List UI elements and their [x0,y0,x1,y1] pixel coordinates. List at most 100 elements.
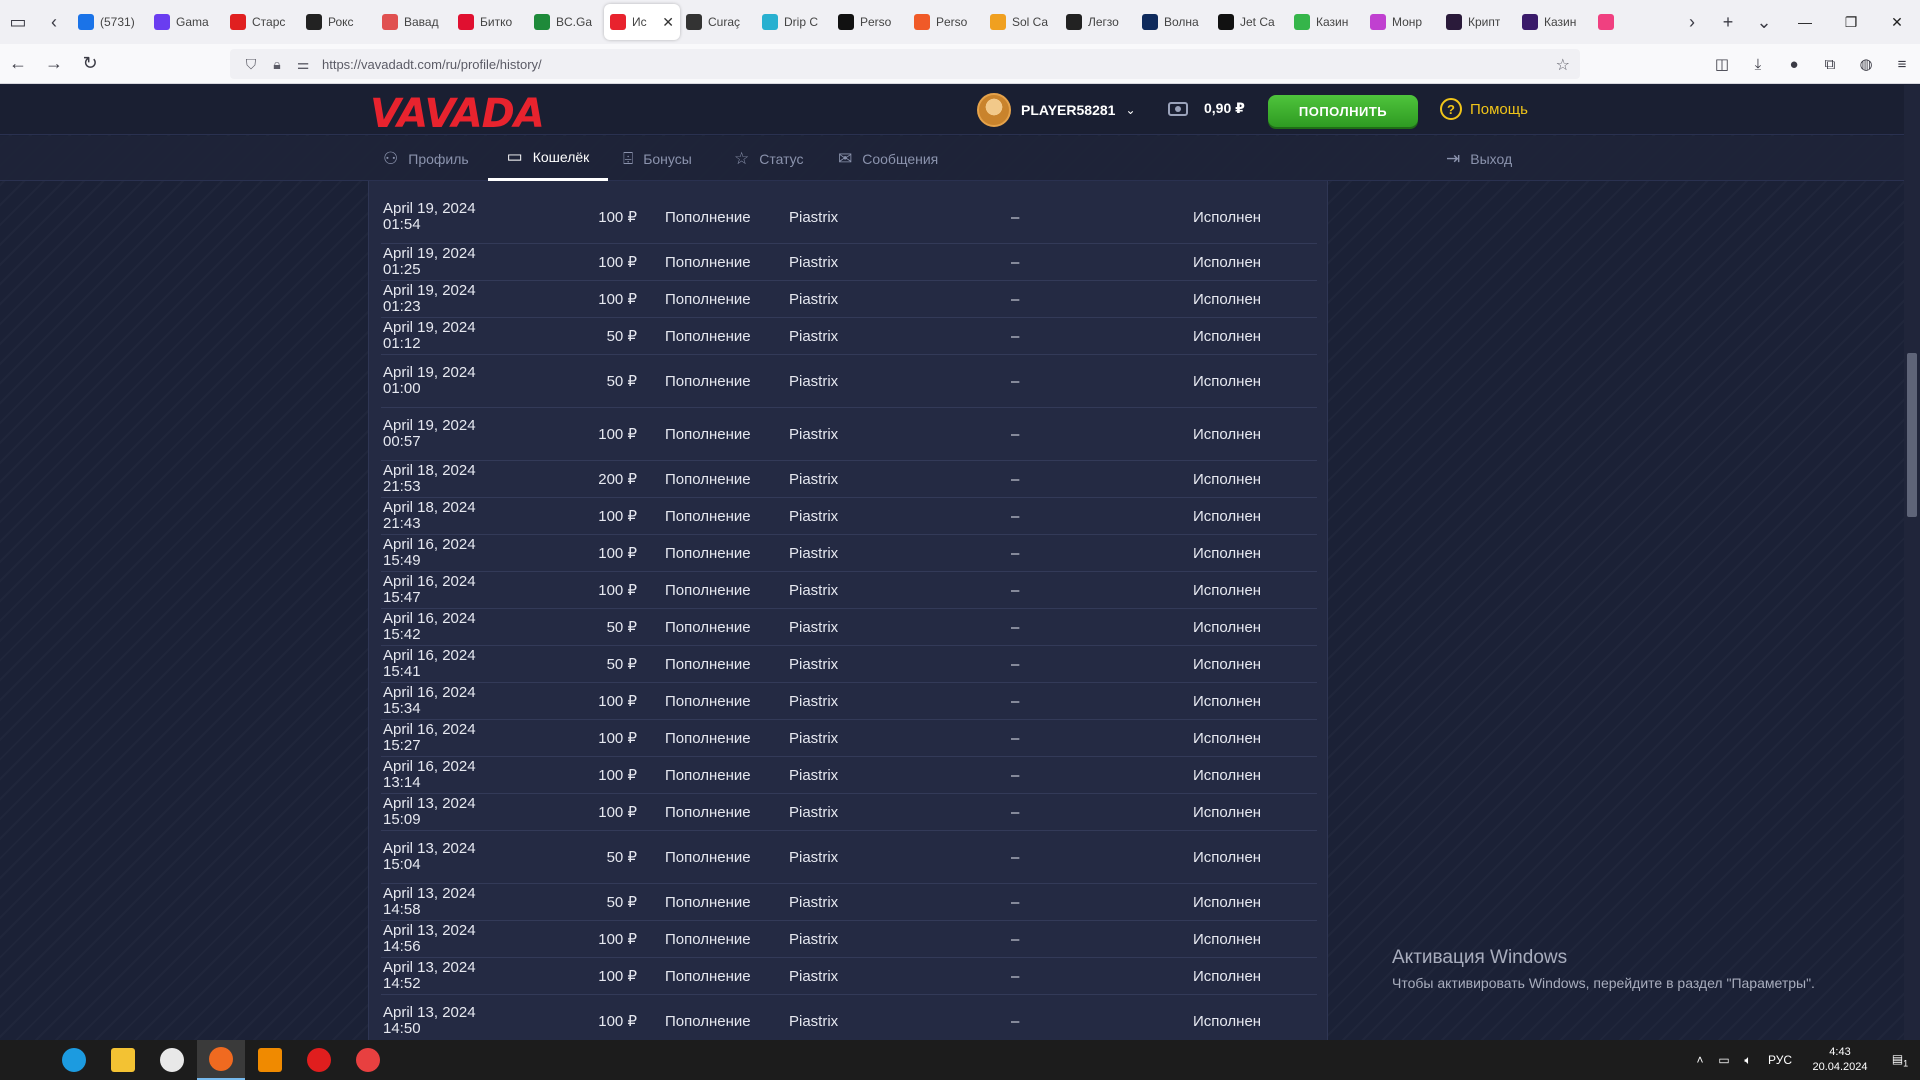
forward-icon[interactable]: → [36,48,72,80]
new-tab-icon[interactable]: + [1710,4,1746,40]
language-indicator[interactable]: РУС [1760,1053,1800,1067]
browser-tab[interactable]: Рокс [300,4,376,40]
browser-tab[interactable] [1592,4,1668,40]
browser-tab[interactable]: Ис ✕ [604,4,680,40]
network-icon[interactable]: ▭ [1712,1053,1736,1067]
close-window-icon[interactable]: ✕ [1874,0,1920,44]
menu-icon[interactable]: ≡ [1884,44,1920,84]
scroll-tabs-left-icon[interactable]: ‹ [36,4,72,40]
volume-icon[interactable]: 🔈︎ [1736,1053,1760,1068]
browser-tab[interactable]: Sol Ca [984,4,1060,40]
show-hidden-icons-chevron-up-icon[interactable]: ˄ [1688,1053,1712,1067]
browser-tab-label: Казин [1316,15,1349,29]
tab-wallet[interactable]: ▭ Кошелёк [488,136,608,181]
browser-tab[interactable]: BC.Ga [528,4,604,40]
pocket-icon[interactable]: ◫ [1704,44,1740,84]
tab-profile[interactable]: ⚇ Профиль [383,136,469,181]
gift-icon [382,14,398,30]
tab-messages[interactable]: ✉ Сообщения [838,136,938,181]
notifications-icon[interactable]: ▤1 [1880,1052,1920,1068]
browser-tab[interactable]: Крипт [1440,4,1516,40]
downloads-icon[interactable]: ⤓ [1740,44,1776,84]
user-menu[interactable]: PLAYER58281 ⌄ [977,93,1136,127]
reload-icon[interactable]: ↻ [72,48,108,80]
clock[interactable]: 4:43 20.04.2024 [1800,1045,1880,1075]
browser-tab-label: Jet Ca [1240,15,1275,29]
table-row: April 18, 2024 21:53 200 ₽ Пополнение Piast… [381,461,1317,498]
row-amount: 100 ₽ [598,545,637,562]
browser-tab[interactable]: Drip C [756,4,832,40]
table-row: April 19, 2024 01:12 50 ₽ Пополнение Piastr… [381,318,1317,355]
chevron-down-icon[interactable]: ⌄ [1125,103,1135,117]
username[interactable]: PLAYER58281 [1021,102,1115,118]
row-type: Пополнение [665,470,751,488]
browser-tab[interactable]: Curaç [680,4,756,40]
row-status: Исполнен [1193,692,1262,710]
toolbar-right: ◫ ⤓ ● ⧉ ◍ ≡ [1704,44,1920,84]
g-hub-icon[interactable] [148,1040,196,1080]
scrollbar-thumb[interactable] [1907,353,1917,517]
browser-tab[interactable]: Казин [1288,4,1364,40]
table-row: April 16, 2024 15:34 100 ₽ Пополнение Piast… [381,683,1317,720]
edge-icon[interactable] [50,1040,98,1080]
tab-list-icon[interactable]: ▭ [0,4,36,40]
close-tab-icon[interactable]: ✕ [662,14,674,31]
row-status: Исполнен [1193,507,1262,525]
tab-bonuses[interactable]: ⌹ Бонусы [623,136,692,181]
row-payment-system: Piastrix [789,253,839,271]
row-amount: 100 ₽ [598,582,637,599]
row-amount: 50 ₽ [606,619,637,636]
row-payment-system: Piastrix [789,692,839,710]
bookmark-star-icon[interactable]: ☆ [1556,55,1570,75]
extensions-icon[interactable]: ⧉ [1812,44,1848,84]
back-icon[interactable]: ← [0,48,36,80]
avatar[interactable] [977,93,1011,127]
deposit-button[interactable]: ПОПОЛНИТЬ [1268,95,1418,127]
row-payment-system: Piastrix [789,290,839,308]
browser-tab[interactable]: Казин [1516,4,1592,40]
record-icon[interactable] [295,1040,343,1080]
logout-label: Выход [1470,150,1513,167]
lock-icon[interactable]: 🔒︎ [264,56,290,73]
tab-status[interactable]: ☆ Статус [734,136,804,181]
minimize-icon[interactable]: — [1782,0,1828,44]
browser-tab[interactable]: Perso [832,4,908,40]
table-row: April 19, 2024 01:00 50 ₽ Пополнение Piastr… [381,355,1317,408]
row-detail: – [1011,544,1020,562]
site-logo[interactable]: VAVADA [370,91,545,137]
vlc-icon[interactable] [246,1040,294,1080]
address-bar[interactable]: ⛉ 🔒︎ ⚌ https://vavadadt.com/ru/profile/h… [230,49,1580,79]
browser-tab[interactable]: Gama [148,4,224,40]
browser-tab[interactable]: Perso [908,4,984,40]
row-type: Пополнение [665,729,751,747]
row-status: Исполнен [1193,290,1262,308]
browser-tab[interactable]: Монр [1364,4,1440,40]
permissions-icon[interactable]: ⚌ [290,56,316,73]
logout-button[interactable]: ⇥ Выход [1446,136,1512,181]
folder-icon[interactable] [99,1040,147,1080]
browser-tab[interactable]: Легзо [1060,4,1136,40]
browser-tab[interactable]: Битко [452,4,528,40]
s-icon [230,14,246,30]
vpn-globe-icon[interactable]: ◍ [1848,44,1884,84]
page-scrollbar[interactable] [1904,85,1920,1040]
row-status: Исполнен [1193,208,1262,226]
row-date: April 13, 2024 14:52 [383,959,476,992]
scroll-tabs-right-icon[interactable]: › [1674,4,1710,40]
browser-tab[interactable]: (5731) [72,4,148,40]
browser-tab[interactable]: Волна [1136,4,1212,40]
row-type: Пополнение [665,618,751,636]
tab-menu-chevron-down-icon[interactable]: ⌄ [1746,4,1782,40]
browser-tab[interactable]: Вавад [376,4,452,40]
screen-recorder-icon[interactable] [344,1040,392,1080]
browser-tab[interactable]: Jet Ca [1212,4,1288,40]
account-icon[interactable]: ● [1776,44,1812,84]
tracking-shield-icon[interactable]: ⛉ [238,56,264,73]
url-text[interactable]: https://vavadadt.com/ru/profile/history/ [322,57,542,72]
help-button[interactable]: ? Помощь [1440,98,1528,120]
firefox-icon[interactable] [197,1040,245,1080]
row-date: April 16, 2024 15:27 [383,721,476,754]
table-row: April 19, 2024 01:25 100 ₽ Пополнение Piast… [381,244,1317,281]
restore-icon[interactable]: ❐ [1828,0,1874,44]
browser-tab[interactable]: Старс [224,4,300,40]
